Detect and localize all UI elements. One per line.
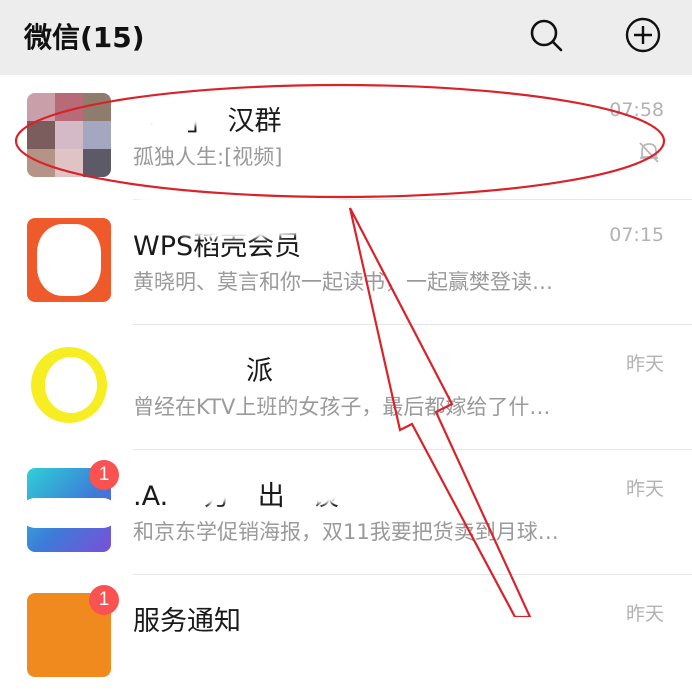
plus-circle-icon[interactable] (623, 15, 663, 55)
redaction-blur (125, 186, 350, 238)
chat-preview: 孤独人生:[视频] (133, 145, 283, 169)
group-avatar (27, 93, 111, 177)
redaction-blur (128, 89, 214, 129)
chat-time: 昨天 (625, 478, 664, 500)
chat-preview: 曾经在KTV上班的女孩子，最后都嫁给了什… (133, 395, 551, 419)
mute-bell-icon (636, 139, 662, 165)
orange-app-logo (27, 218, 111, 302)
top-bar: 微信(15) (0, 0, 692, 75)
chat-preview: 黄晓明、莫言和你一起读书，一起赢樊登读… (133, 270, 553, 294)
chat-row-wps[interactable]: WPS稻壳会员 黄晓明、莫言和你一起读书，一起赢樊登读… 07:15 (0, 186, 692, 325)
unread-badge: 1 (89, 460, 119, 490)
chat-time: 07:15 (609, 224, 664, 246)
chat-row-3[interactable]: 派 曾经在KTV上班的女孩子，最后都嫁给了什… 昨天 (0, 325, 692, 450)
chat-row-4[interactable]: 1 .A. 方 出 谈 和京东学促销海报，双11我要把货卖到月球… 昨天 (0, 450, 692, 575)
chat-row-service[interactable]: 1 服务通知 昨天 (0, 575, 692, 700)
yellow-circle-logo (27, 343, 111, 427)
redaction-blur (128, 339, 238, 379)
redaction-blur (290, 468, 350, 504)
chat-name: 服务通知 (133, 606, 241, 637)
chat-name: 派 (246, 356, 273, 387)
chat-row-group[interactable]: 「 」 汉群 孤独人生:[视频] 07:58 (0, 75, 692, 200)
chat-time: 07:58 (609, 99, 664, 121)
search-icon[interactable] (526, 15, 566, 55)
unread-badge: 1 (89, 585, 119, 615)
chat-time: 昨天 (625, 603, 664, 625)
chat-time: 昨天 (625, 353, 664, 375)
page-title: 微信(15) (24, 21, 145, 54)
chat-preview: 和京东学促销海报，双11我要把货卖到月球… (133, 520, 559, 544)
redaction-blur (180, 468, 240, 504)
